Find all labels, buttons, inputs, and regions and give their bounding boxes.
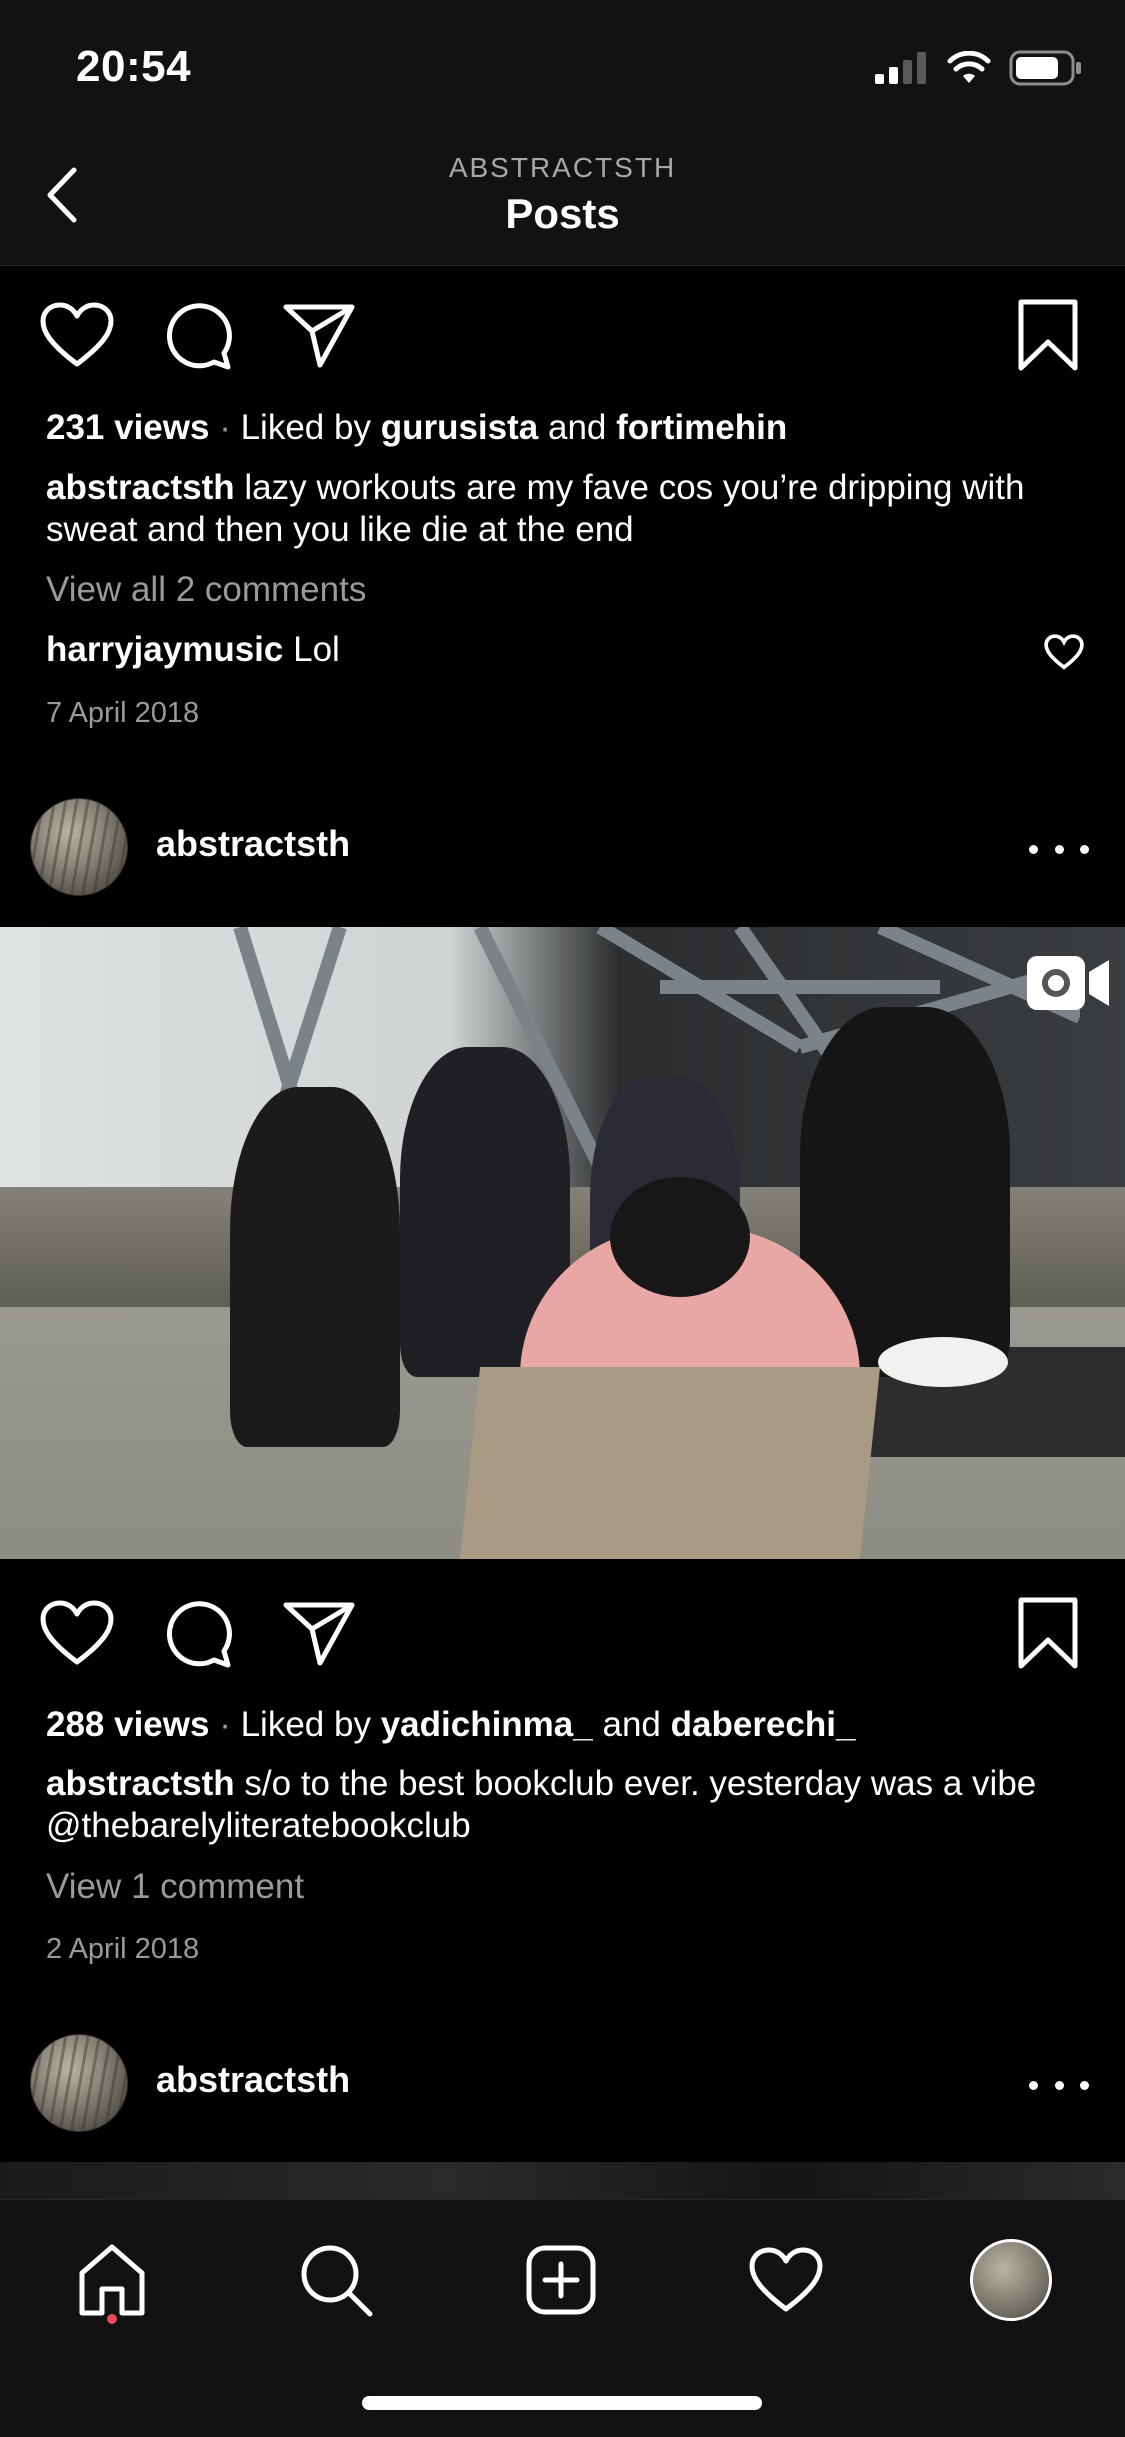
video-camera-icon <box>1027 956 1109 1010</box>
search-icon <box>301 2245 373 2317</box>
comment-bubble-icon <box>166 303 232 370</box>
paper-plane-icon <box>283 304 355 368</box>
save-button[interactable] <box>1005 1590 1091 1676</box>
post-date: 2 April 2018 <box>46 1933 200 1965</box>
more-horizontal-icon <box>1029 2080 1038 2090</box>
share-button[interactable] <box>276 292 362 378</box>
and-label: and <box>547 408 607 447</box>
header-username: ABSTRACTSTH <box>448 152 677 183</box>
comment-button[interactable] <box>155 1590 241 1676</box>
activity-heart-icon <box>749 2247 823 2312</box>
post-header: abstractsth <box>0 2029 1125 2139</box>
caption: abstractsth s/o to the best bookclub eve… <box>46 1763 1086 1847</box>
post-video[interactable] <box>0 927 1125 1559</box>
plate <box>878 1337 1008 1387</box>
more-horizontal-icon <box>1029 844 1038 854</box>
avatar[interactable] <box>30 798 128 896</box>
paper-plane-icon <box>283 1602 355 1666</box>
status-time: 20:54 <box>76 42 192 91</box>
post-date: 7 April 2018 <box>46 697 200 729</box>
caption: abstractsth lazy workouts are my fave co… <box>46 467 1086 551</box>
like-button[interactable] <box>34 1590 120 1676</box>
comment: harryjaymusic Lol <box>46 629 1086 671</box>
comment-like-button[interactable] <box>1044 634 1084 670</box>
views-count[interactable]: 288 views <box>46 1705 209 1744</box>
avatar[interactable] <box>30 2034 128 2132</box>
post-actions <box>0 292 1125 382</box>
comment-username[interactable]: harryjaymusic <box>46 630 283 669</box>
nav-profile[interactable] <box>961 2230 1061 2330</box>
likes-line: 288 views · Liked by yadichinma_ and dab… <box>46 1704 1086 1746</box>
views-count[interactable]: 231 views <box>46 408 209 447</box>
nav-search[interactable] <box>286 2230 386 2330</box>
home-indicator[interactable] <box>362 2396 762 2410</box>
caption-username[interactable]: abstractsth <box>46 468 235 507</box>
post-header: abstractsth <box>0 793 1125 903</box>
home-icon <box>79 2244 145 2316</box>
bookmark-icon <box>1018 1597 1078 1669</box>
notification-dot <box>107 2314 117 2324</box>
share-button[interactable] <box>276 1590 362 1676</box>
post-author[interactable]: abstractsth <box>156 823 350 865</box>
heart-icon <box>1044 634 1084 670</box>
page-title: Posts <box>505 190 620 237</box>
view-comments-link[interactable]: View 1 comment <box>46 1866 1086 1908</box>
more-options-button[interactable] <box>1029 829 1089 869</box>
comment-bubble-icon <box>166 1601 232 1668</box>
status-icons <box>875 48 1083 88</box>
cellular-signal-icon <box>875 52 926 84</box>
chair-back <box>459 1367 881 1559</box>
bookmark-icon <box>1018 299 1078 371</box>
view-comments-link[interactable]: View all 2 comments <box>46 569 1086 611</box>
comment-text: Lol <box>293 630 340 669</box>
nav-activity[interactable] <box>736 2230 836 2330</box>
like-button[interactable] <box>34 292 120 378</box>
separator-dot: · <box>219 1705 231 1744</box>
nav-new-post[interactable] <box>511 2230 611 2330</box>
more-options-button[interactable] <box>1029 2065 1089 2105</box>
video-indicator <box>1025 952 1111 1014</box>
liked-by-label: Liked by <box>240 408 371 447</box>
profile-avatar <box>970 2239 1052 2321</box>
post-author[interactable]: abstractsth <box>156 2059 350 2101</box>
comment-button[interactable] <box>155 292 241 378</box>
battery-icon <box>1009 50 1081 86</box>
and-label: and <box>602 1705 661 1744</box>
heart-icon <box>40 1600 114 1665</box>
separator-dot: · <box>219 408 231 447</box>
likes-line: 231 views · Liked by gurusista and forti… <box>46 407 1086 449</box>
add-post-icon <box>526 2245 596 2315</box>
save-button[interactable] <box>1005 292 1091 378</box>
post-media-partial[interactable] <box>0 2162 1125 2199</box>
liker-username[interactable]: fortimehin <box>616 408 787 447</box>
liker-username[interactable]: daberechi_ <box>671 1705 856 1744</box>
post-actions <box>0 1590 1125 1680</box>
liker-username[interactable]: yadichinma_ <box>381 1705 593 1744</box>
liked-by-label: Liked by <box>240 1705 371 1744</box>
caption-username[interactable]: abstractsth <box>46 1764 235 1803</box>
liker-username[interactable]: gurusista <box>381 408 539 447</box>
wifi-icon <box>947 51 991 83</box>
heart-icon <box>40 302 114 367</box>
